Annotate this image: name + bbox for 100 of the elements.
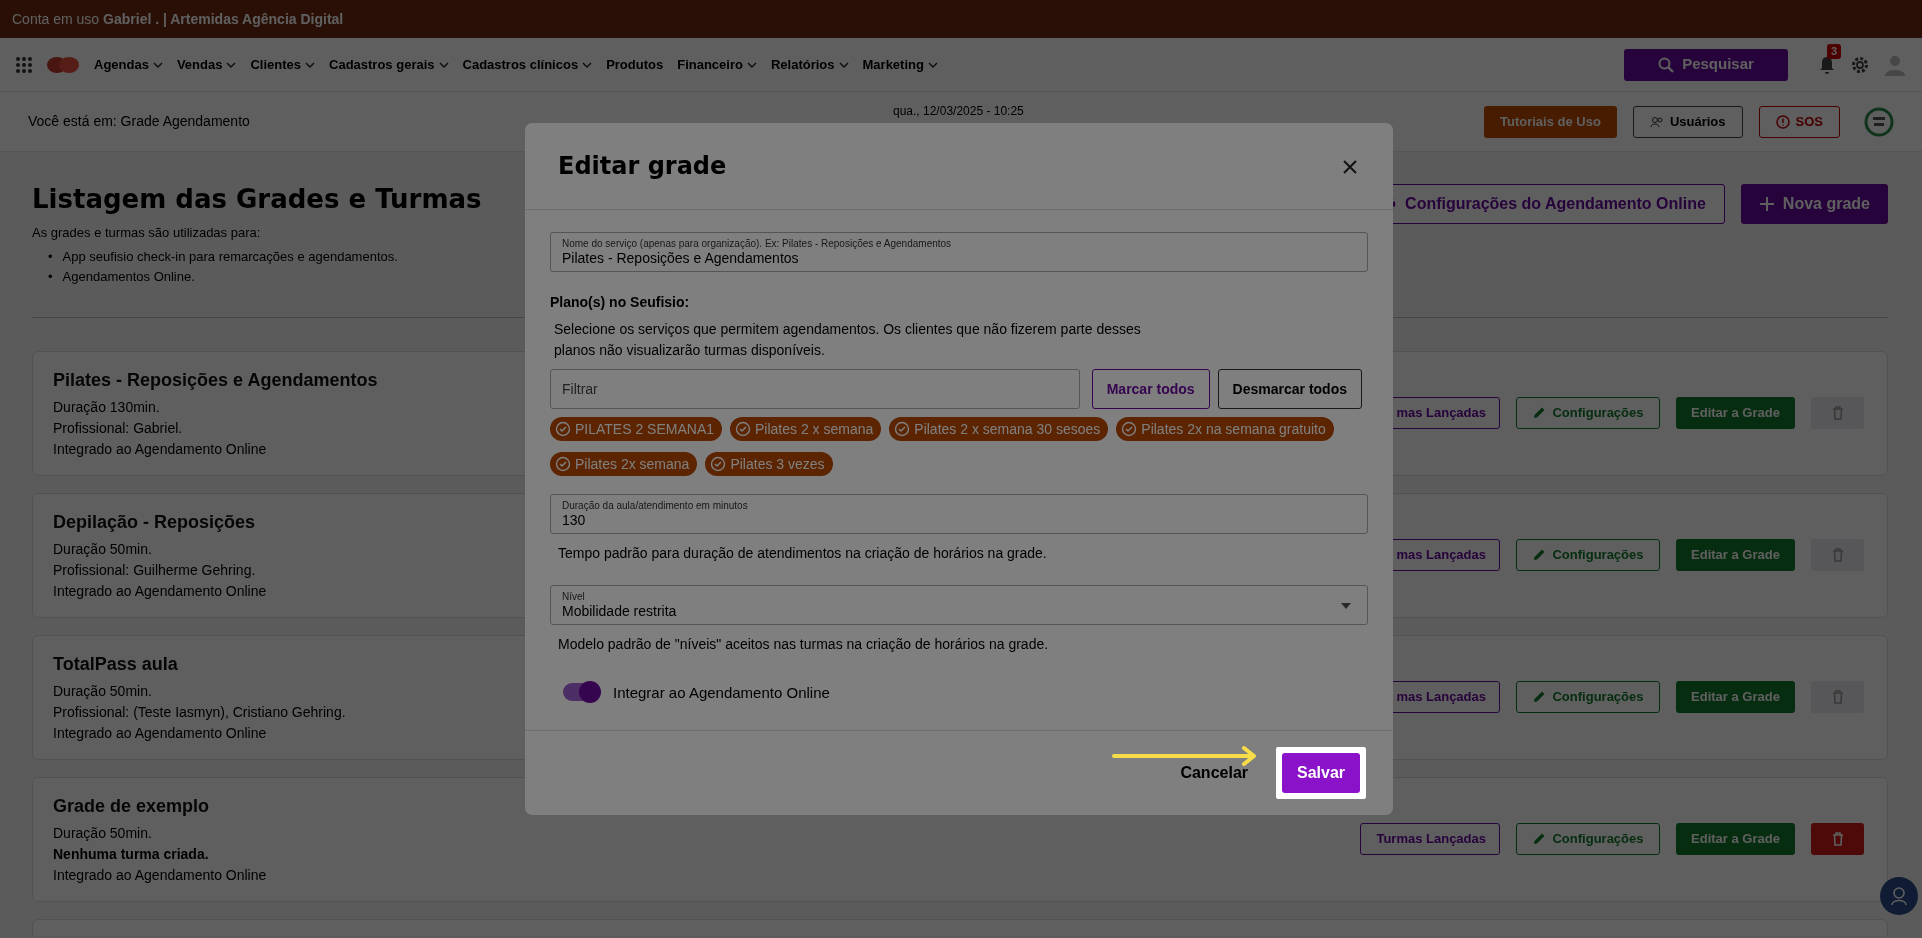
brand-logo-icon [1864,106,1894,137]
check-circle-icon [555,456,571,472]
filter-field[interactable]: Filtrar [550,369,1080,409]
sos-button[interactable]: SOS [1758,105,1840,138]
card-title: Depilação - Reposições [53,510,256,534]
trash-icon [1831,406,1844,421]
settings-button[interactable]: Configurações [1516,539,1660,572]
help-button[interactable] [1880,877,1918,915]
help-text: Modelo padrão de "níveis" aceitos nas turmas na criação de horários na grade. [558,635,1050,654]
card-text: Duração 130min. [53,397,160,417]
edit-grade-button[interactable]: Editar a Grade [1676,539,1795,572]
page-title: Listagem das Grades e Turmas [32,184,482,216]
notification-badge: 3 [1827,43,1842,59]
plan-chip[interactable]: Pilates 2x semana [550,452,698,476]
plan-chip[interactable]: PILATES 2 SEMANA1 [550,417,722,441]
delete-button[interactable] [1811,681,1864,714]
pencil-icon [1532,832,1547,847]
mark-all-button[interactable]: Marcar todos [1091,369,1210,409]
card-text: Nenhuma turma criada. [53,844,209,864]
card-text: Integrado ao Agendamento Online [53,581,267,601]
card-text: Duração 50min. [53,681,152,701]
check-circle-icon [735,421,751,437]
menu-item[interactable]: Cadastros clínicos [462,54,593,75]
search-icon [1658,56,1675,73]
help-text: Selecione os serviços que permitem agendamentos. Os clientes que não fizerem parte desses planos não visualizarão turmas disponíveis. [554,320,1142,360]
trash-icon [1831,832,1844,847]
trash-icon [1831,690,1844,705]
people-icon [1649,115,1664,128]
users-button[interactable]: Usuários [1632,105,1743,138]
switch-label: Integrar ao Agendamento Online [613,683,830,701]
check-circle-icon [710,456,727,472]
bullet-item: App seufisio check-in para remarcações e agendamentos. [62,247,398,266]
delete-button[interactable] [1811,539,1864,572]
menu-item[interactable]: Vendas [176,54,237,75]
settings-button[interactable]: Configurações [1516,823,1660,856]
menu-item[interactable]: Produtos [606,54,664,75]
classes-button[interactable]: Turmas Lançadas [1360,823,1500,856]
card-text: Duração 50min. [53,539,152,559]
apps-grid-icon[interactable] [16,56,32,73]
menu-item[interactable]: Clientes [250,54,315,75]
card-text: Integrado ao Agendamento Online [53,865,267,885]
card-title: Pilates - Reposições e Agendamentos [53,368,378,392]
plan-chip[interactable]: Pilates 2x na semana gratuito [1116,417,1334,441]
settings-button[interactable]: Configurações [1516,397,1660,430]
delete-button[interactable] [1811,823,1864,856]
duration-field[interactable]: Duração da aula/atendimento em minutos 130 [550,494,1368,534]
search-button[interactable]: Pesquisar [1624,48,1788,81]
menu-item[interactable]: Agendas [94,54,163,75]
user-avatar-icon[interactable] [1884,53,1906,76]
plan-chip[interactable]: Pilates 3 vezes [705,452,833,476]
intro-text: As grades e turmas são utilizadas para: [32,224,262,243]
settings-button[interactable]: Configurações [1516,681,1660,714]
card-text: Duração 50min. [53,823,152,843]
check-circle-icon [894,421,911,437]
card-text: Integrado ao Agendamento Online [53,439,267,459]
pencil-icon [1532,548,1547,563]
dropdown-caret-icon [1341,603,1351,609]
help-text: Tempo padrão para duração de atendimentos na criação de horários na grade. [558,544,1048,563]
bullet-mark: • [48,267,53,286]
card-text: Profissional: (Teste Iasmyn), Cristiano Gehring. [53,702,346,722]
card-text: Profissional: Gabriel. [53,418,183,438]
menu-item[interactable]: Cadastros gerais [329,54,449,75]
menu-item[interactable]: Relatórios [770,54,849,75]
date-time: qua., 12/03/2025 - 10:25 [893,103,1024,120]
trash-icon [1831,548,1844,563]
bullet-item: Agendamentos Online. [62,267,195,286]
breadcrumb-text: Você está em: Grade Agendamento [28,112,250,131]
new-grade-button[interactable]: Nova grade [1740,184,1888,224]
close-icon [1343,159,1357,174]
check-circle-icon [1121,421,1138,437]
support-icon [1889,886,1909,906]
plus-icon [1758,196,1775,212]
logo-icon[interactable] [46,54,80,75]
card-title: Grade de exemplo [53,794,210,818]
plan-chip[interactable]: Pilates 2 x semana [730,417,882,441]
edit-grade-button[interactable]: Editar a Grade [1676,823,1795,856]
section-label: Plano(s) no Seufisio: [550,293,691,312]
edit-grade-button[interactable]: Editar a Grade [1676,681,1795,714]
edit-grade-button[interactable]: Editar a Grade [1676,397,1795,430]
unmark-all-button[interactable]: Desmarcar todos [1217,369,1362,409]
pencil-icon [1532,406,1547,421]
delete-button[interactable] [1811,397,1864,430]
save-button[interactable]: Salvar [1282,753,1360,793]
level-select[interactable]: Nível Mobilidade restrita [550,585,1368,625]
account-info: Conta em uso Gabriel . | Artemidas Agência Digital [12,9,344,29]
card-title: TotalPass aula [53,652,178,676]
check-circle-icon [555,421,571,437]
service-name-field[interactable]: Nome do serviço (apenas para organização). Ex: Pilates - Reposições e Agendamentos Pilates - Reposições e Agendamentos [550,232,1368,272]
plan-chip[interactable]: Pilates 2 x semana 30 sesoes [889,417,1109,441]
menu-item[interactable]: Financeiro [677,54,757,75]
bullet-mark: • [48,247,53,266]
card-text: Profissional: Guilherme Gehring. [53,560,256,580]
menu-item[interactable]: Marketing [862,54,938,75]
pencil-icon [1532,690,1547,705]
modal-title: Editar grade [558,151,727,181]
card-text: Integrado ao Agendamento Online [53,723,267,743]
cancel-button[interactable]: Cancelar [1174,760,1254,786]
tutorials-button[interactable]: Tutoriais de Uso [1484,105,1617,138]
bell-icon[interactable] [1818,55,1836,76]
alert-icon [1775,114,1790,129]
